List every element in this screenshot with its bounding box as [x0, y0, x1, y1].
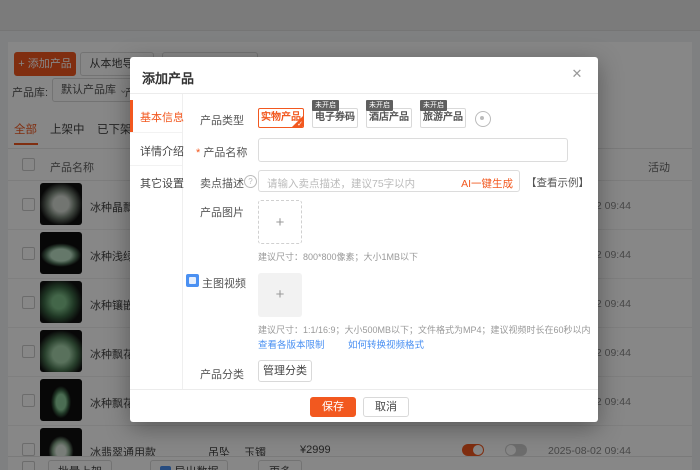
view-example-link[interactable]: 【查看示例】: [526, 175, 589, 190]
image-size-hint: 建议尺寸：800*800像素；大小1MB以下: [258, 252, 419, 262]
modal-tabcol-divider: [182, 94, 183, 389]
selling-point-input[interactable]: 请输入卖点描述，建议75字以内 AI一键生成: [258, 170, 520, 192]
active-tab-indicator: [130, 100, 133, 132]
hotel-disabled-badge: 未开启: [366, 100, 393, 111]
save-button[interactable]: 保存: [310, 397, 356, 417]
video-size-hint: 建议尺寸：1:1/16:9；大小500MB以下；文件格式为MP4；建议视频时长在…: [258, 325, 591, 335]
add-product-modal: 添加产品 基本信息 详情介绍 其它设置 产品类型 实物产品 电子券码 未开启 酒…: [130, 57, 598, 422]
plus-icon: [259, 201, 301, 243]
product-category-label: 产品分类: [200, 369, 244, 381]
modal-tab-basic-info[interactable]: 基本信息: [140, 109, 184, 125]
ai-generate-link[interactable]: AI一键生成: [461, 176, 513, 191]
modal-title: 添加产品: [142, 71, 195, 86]
modal-tab-details[interactable]: 详情介绍: [140, 143, 184, 159]
screen: + 添加产品 从本地导入 从其他平台导入 产品库: 默认产品库 产品名称 全部 …: [0, 0, 700, 470]
type-evoucher-button[interactable]: 电子券码: [312, 108, 358, 128]
type-physical-button[interactable]: 实物产品: [258, 108, 304, 128]
close-icon[interactable]: [570, 67, 584, 81]
product-name-label: 产品名称: [196, 144, 247, 160]
evoucher-disabled-badge: 未开启: [312, 100, 339, 111]
plus-icon: [258, 273, 302, 317]
modal-footer-divider: [130, 389, 598, 390]
image-upload-box[interactable]: [258, 200, 302, 244]
type-travel-button[interactable]: 旅游产品: [420, 108, 466, 128]
product-image-label: 产品图片: [200, 207, 244, 219]
tab-separator: [130, 132, 182, 133]
main-video-label: 主图视频: [202, 278, 246, 290]
tab-separator: [130, 165, 182, 166]
manage-category-button[interactable]: 管理分类: [258, 360, 312, 382]
product-type-label: 产品类型: [200, 115, 244, 127]
modal-header-divider: [130, 93, 598, 94]
cancel-button[interactable]: 取消: [363, 397, 409, 417]
product-name-input[interactable]: [258, 138, 568, 162]
convert-format-link[interactable]: 如何转换视频格式: [348, 337, 424, 351]
modal-tab-other-settings[interactable]: 其它设置: [140, 175, 184, 191]
travel-disabled-badge: 未开启: [420, 100, 447, 111]
video-upload-box[interactable]: [258, 273, 302, 317]
selling-point-placeholder: 请输入卖点描述，建议75字以内: [267, 178, 416, 190]
preview-eye-icon[interactable]: [475, 111, 491, 127]
version-limit-link[interactable]: 查看各版本限制: [258, 337, 325, 351]
selling-point-label: 卖点描述: [200, 178, 244, 190]
help-question-icon[interactable]: [244, 175, 257, 188]
type-hotel-button[interactable]: 酒店产品: [366, 108, 412, 128]
video-label-badge-icon: [186, 274, 199, 287]
